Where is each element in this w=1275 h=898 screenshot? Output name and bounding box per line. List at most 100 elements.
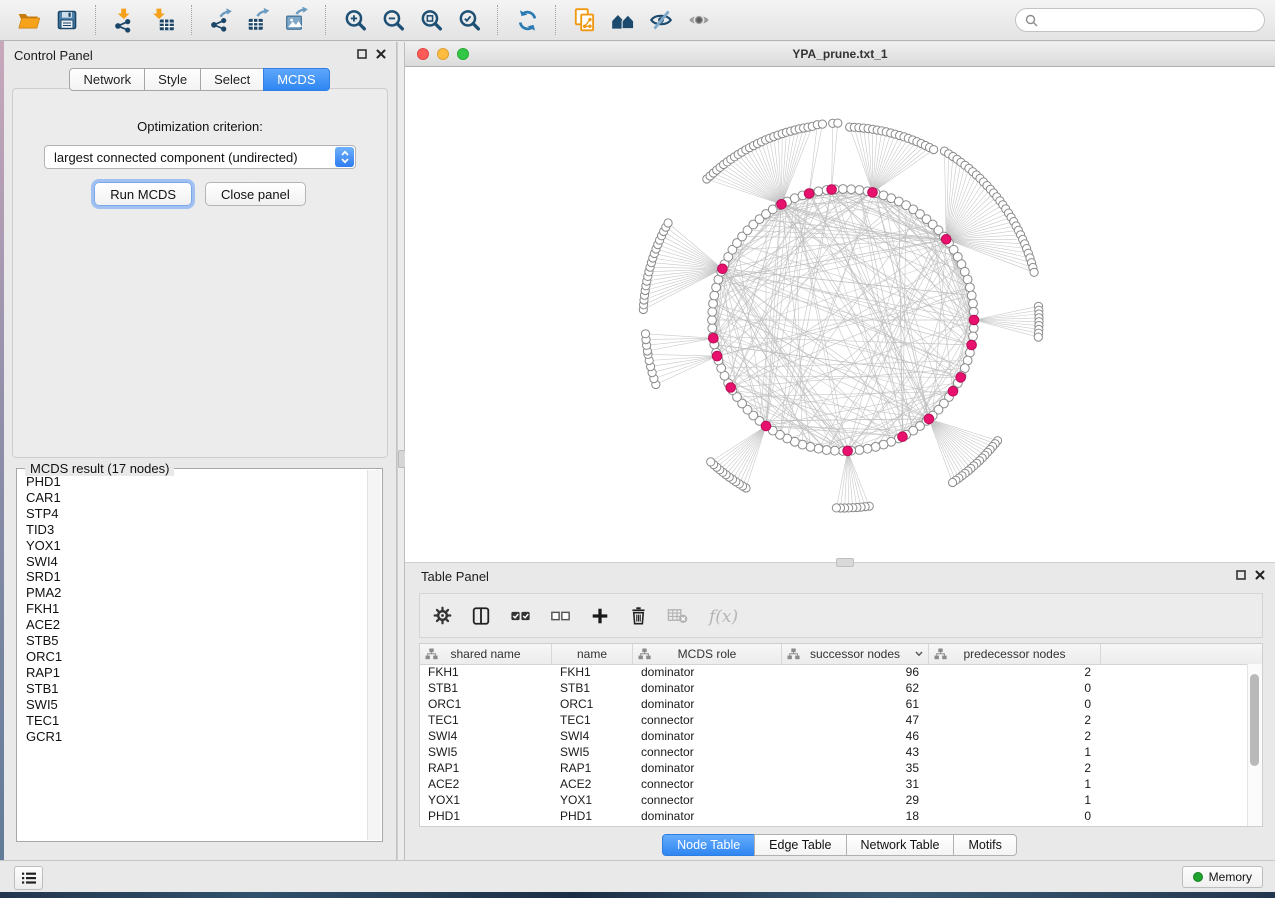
tab-mcds[interactable]: MCDS: [263, 68, 329, 91]
list-item[interactable]: STP4: [18, 506, 367, 522]
table-row[interactable]: ACE2ACE2connector311: [420, 776, 1248, 792]
zoom-selected-button[interactable]: [450, 3, 488, 37]
table-row[interactable]: STB1STB1dominator620: [420, 680, 1248, 696]
table-row[interactable]: ORC1ORC1dominator610: [420, 696, 1248, 712]
search-input[interactable]: [1044, 12, 1255, 28]
toolbar-separator: [325, 5, 327, 35]
export-network-icon: [208, 7, 234, 33]
list-item[interactable]: STB1: [18, 681, 367, 697]
table-scrollbar[interactable]: [1247, 664, 1262, 826]
tab-network[interactable]: Network: [69, 68, 145, 91]
list-item[interactable]: SWI4: [18, 554, 367, 570]
dropdown-stepper-icon: [335, 147, 354, 167]
horizontal-splitter-grip[interactable]: [836, 558, 854, 567]
refresh-button[interactable]: [508, 3, 546, 37]
table-row[interactable]: TEC1TEC1connector472: [420, 712, 1248, 728]
export-network-button[interactable]: [202, 3, 240, 37]
import-network-button[interactable]: [106, 3, 144, 37]
task-history-button[interactable]: [14, 866, 43, 890]
import-table-button[interactable]: [144, 3, 182, 37]
open-file-button[interactable]: [10, 3, 48, 37]
new-network-from-selection-button[interactable]: [566, 3, 604, 37]
list-item[interactable]: SRD1: [18, 569, 367, 585]
list-item[interactable]: PMA2: [18, 585, 367, 601]
table-row[interactable]: FKH1FKH1dominator962: [420, 664, 1248, 680]
list-item[interactable]: ACE2: [18, 617, 367, 633]
zoom-in-button[interactable]: [336, 3, 374, 37]
table-row[interactable]: RAP1RAP1dominator352: [420, 760, 1248, 776]
list-item[interactable]: TID3: [18, 522, 367, 538]
table-row[interactable]: SWI5SWI5connector431: [420, 744, 1248, 760]
close-panel-button[interactable]: Close panel: [205, 182, 306, 206]
close-panel-icon[interactable]: [1255, 567, 1265, 585]
toolbar-separator: [555, 5, 557, 35]
first-neighbors-button[interactable]: [604, 3, 642, 37]
list-item[interactable]: RAP1: [18, 665, 367, 681]
zoom-fit-button[interactable]: [412, 3, 450, 37]
vertical-splitter[interactable]: [397, 42, 405, 860]
table-settings-button[interactable]: [433, 606, 452, 625]
deselect-all-button[interactable]: [550, 606, 571, 626]
eye-slash-icon: [648, 7, 674, 33]
zoom-out-button[interactable]: [374, 3, 412, 37]
run-mcds-button[interactable]: Run MCDS: [94, 182, 192, 206]
result-list-scrollbar[interactable]: [367, 470, 381, 840]
search-icon: [1025, 14, 1038, 27]
tab-node-table[interactable]: Node Table: [662, 834, 755, 856]
list-item[interactable]: ORC1: [18, 649, 367, 665]
column-header[interactable]: shared name: [420, 644, 552, 664]
search-box: [1015, 8, 1265, 32]
list-item[interactable]: FKH1: [18, 601, 367, 617]
tab-motifs[interactable]: Motifs: [953, 834, 1016, 856]
clear-table-icon: [667, 605, 688, 626]
table-scrollbar-thumb[interactable]: [1250, 674, 1259, 766]
hide-selected-button[interactable]: [642, 3, 680, 37]
column-header[interactable]: predecessor nodes: [929, 644, 1101, 664]
list-item[interactable]: GCR1: [18, 729, 367, 745]
zoom-fit-icon: [419, 8, 444, 33]
select-all-button[interactable]: [510, 606, 531, 626]
close-panel-icon[interactable]: [376, 46, 386, 64]
tab-network-table[interactable]: Network Table: [846, 834, 955, 856]
list-item[interactable]: TEC1: [18, 713, 367, 729]
table-body: FKH1FKH1dominator962STB1STB1dominator620…: [420, 664, 1248, 826]
optimization-select[interactable]: largest connected component (undirected): [44, 145, 356, 169]
list-item[interactable]: STB5: [18, 633, 367, 649]
list-item[interactable]: CAR1: [18, 490, 367, 506]
tab-select[interactable]: Select: [200, 68, 264, 91]
float-panel-icon[interactable]: [357, 46, 367, 64]
add-row-button[interactable]: [590, 606, 610, 626]
column-header[interactable]: MCDS role: [633, 644, 782, 664]
refresh-icon: [515, 8, 540, 33]
memory-button[interactable]: Memory: [1182, 866, 1263, 888]
network-window-titlebar[interactable]: YPA_prune.txt_1: [405, 42, 1275, 67]
show-columns-button[interactable]: [471, 606, 491, 626]
network-canvas[interactable]: [405, 67, 1275, 562]
table-panel: Table Panel f(x) shared namenameMCDS rol…: [405, 562, 1275, 860]
list-item[interactable]: PHD1: [18, 474, 367, 490]
list-item[interactable]: SWI5: [18, 697, 367, 713]
optimization-value: largest connected component (undirected): [45, 150, 298, 165]
apply-function-button[interactable]: f(x): [707, 605, 741, 627]
tab-style[interactable]: Style: [144, 68, 201, 91]
delete-row-button[interactable]: [629, 606, 648, 625]
column-header[interactable]: name: [552, 644, 633, 664]
float-panel-icon[interactable]: [1236, 567, 1246, 585]
eye-icon: [686, 7, 712, 33]
tab-edge-table[interactable]: Edge Table: [754, 834, 846, 856]
network-window-title: YPA_prune.txt_1: [405, 47, 1275, 61]
export-image-button[interactable]: [278, 3, 316, 37]
column-header[interactable]: successor nodes: [782, 644, 929, 664]
network-graph[interactable]: [405, 67, 1275, 563]
clear-table-button[interactable]: [667, 605, 688, 626]
table-row[interactable]: PHD1PHD1dominator180: [420, 808, 1248, 824]
list-item[interactable]: YOX1: [18, 538, 367, 554]
save-session-button[interactable]: [48, 3, 86, 37]
show-all-button[interactable]: [680, 3, 718, 37]
table-row[interactable]: YOX1YOX1connector291: [420, 792, 1248, 808]
export-table-button[interactable]: [240, 3, 278, 37]
deselect-all-icon: [550, 606, 571, 626]
select-all-icon: [510, 606, 531, 626]
table-row[interactable]: SWI4SWI4dominator462: [420, 728, 1248, 744]
toolbar-separator: [95, 5, 97, 35]
